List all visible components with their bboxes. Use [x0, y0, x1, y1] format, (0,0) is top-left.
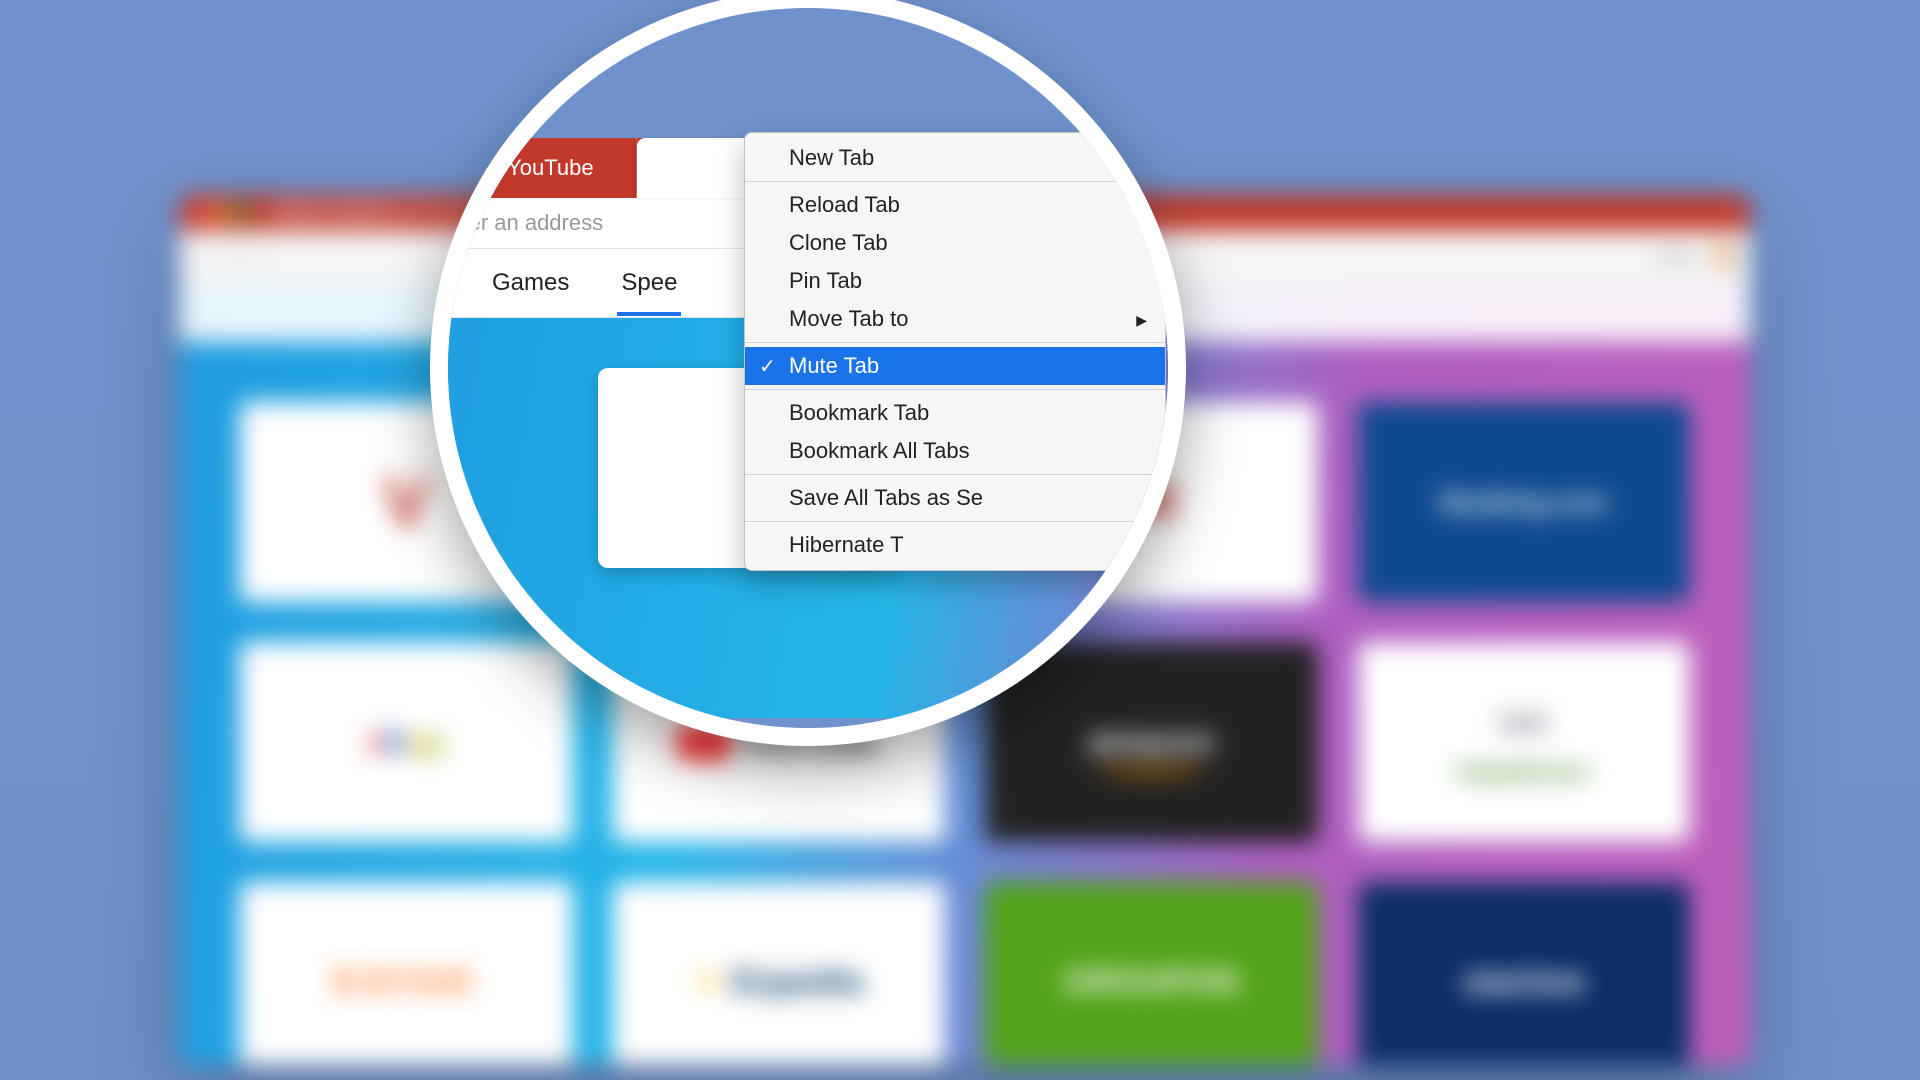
ctx-mute-tab[interactable]: ✓ Mute Tab — [745, 347, 1165, 385]
ctx-bookmark-all-tabs[interactable]: Bookmark All Tabs — [745, 432, 1165, 470]
tab-context-menu: New Tab Reload Tab Clone Tab Pin Tab Mov… — [744, 132, 1166, 571]
nav-speed[interactable]: Spee — [617, 251, 681, 315]
tile-tripadvisor[interactable]: 👓tripadvisor — [1358, 642, 1691, 842]
menu-separator — [745, 389, 1165, 390]
ctx-move-tab[interactable]: Move Tab to ▶ — [745, 300, 1165, 338]
tile-booking[interactable]: Booking.com — [1358, 402, 1691, 602]
tab-label: YouTube — [507, 155, 593, 181]
forward-icon[interactable]: › — [214, 249, 218, 264]
submenu-arrow-icon: ▶ — [1136, 312, 1147, 329]
menu-separator — [745, 474, 1165, 475]
ctx-new-tab[interactable]: New Tab — [745, 133, 1165, 177]
avatar[interactable] — [1714, 245, 1736, 267]
ctx-pin-tab[interactable]: Pin Tab — [745, 262, 1165, 300]
tile-groupon[interactable]: GROUPON — [985, 882, 1318, 1065]
window-zoom-icon[interactable] — [234, 206, 248, 220]
tab-active[interactable]: Features · Vivaldi Br… — [266, 201, 477, 225]
window-minimize-icon[interactable] — [212, 206, 226, 220]
ctx-hibernate[interactable]: Hibernate T — [745, 526, 1165, 570]
tab-fragment-left[interactable]: t — [430, 138, 449, 198]
ctx-bookmark-tab[interactable]: Bookmark Tab — [745, 394, 1165, 432]
youtube-icon — [467, 158, 495, 178]
window-close-icon[interactable] — [190, 206, 204, 220]
ctx-save-session[interactable]: Save All Tabs as Se — [745, 479, 1165, 517]
tile-startme[interactable]: startme — [1358, 882, 1691, 1065]
tile-expedia[interactable]: ✦ Expedia — [613, 882, 946, 1065]
promo-stage: Features · Vivaldi Br… ‹ › ↻ ⌂ Search Sp… — [0, 0, 1920, 1080]
menu-separator — [745, 521, 1165, 522]
menu-separator — [745, 181, 1165, 182]
home-icon[interactable]: ⌂ — [262, 249, 270, 264]
ctx-clone-tab[interactable]: Clone Tab — [745, 224, 1165, 262]
ctx-move-tab-label: Move Tab to — [789, 306, 908, 332]
reload-icon[interactable]: ↻ — [235, 248, 246, 264]
tab-youtube[interactable]: YouTube — [449, 138, 636, 198]
menu-separator — [745, 342, 1165, 343]
search-box[interactable]: Search — [1657, 249, 1698, 264]
address-placeholder: enter an address — [438, 210, 603, 236]
ctx-mute-tab-label: Mute Tab — [789, 353, 879, 379]
checkmark-icon: ✓ — [759, 354, 776, 379]
back-icon[interactable]: ‹ — [194, 249, 198, 264]
ctx-reload-tab[interactable]: Reload Tab — [745, 186, 1165, 224]
tile-kayak[interactable]: KAYAK — [240, 882, 573, 1065]
magnifier-lens: t YouTube enter an address Games Spee Ne… — [430, 0, 1186, 746]
nav-games[interactable]: Games — [488, 251, 573, 315]
